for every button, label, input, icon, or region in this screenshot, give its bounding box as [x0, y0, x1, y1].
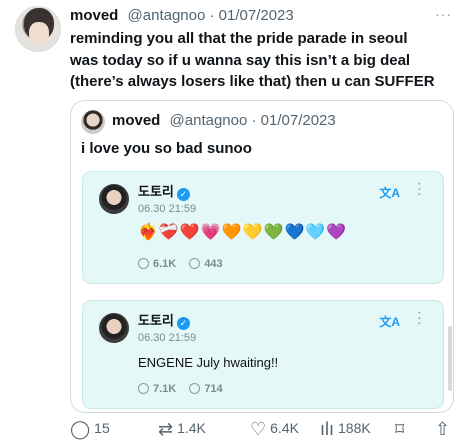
reply-count: 15 — [94, 420, 110, 436]
heart-icon: ♡ — [250, 419, 267, 439]
embedded-body: ENGENE July hwaiting!! — [138, 355, 279, 370]
embedded-post-card[interactable]: 도토리 ✓ 06.30 21:59 文A ··· ❤️‍🔥❤️‍🩹❤️💗🧡💛💚💙🩵… — [82, 171, 444, 284]
author-name[interactable]: moved — [70, 7, 118, 24]
reply-icon: ◯ — [70, 419, 91, 439]
tweet-card[interactable]: moved @antagnoo · 01/07/2023 ··· remindi… — [0, 0, 465, 444]
reply-count[interactable]: 443 — [189, 258, 223, 270]
quoted-tweet[interactable]: moved @antagnoo · 01/07/2023 i love you … — [70, 100, 454, 413]
embedded-avatar[interactable] — [99, 184, 129, 214]
share-icon: ⇧ — [435, 419, 451, 439]
verified-icon: ✓ — [176, 317, 190, 330]
translate-icon[interactable]: 文A — [379, 313, 400, 330]
quoted-header: moved @antagnoo · 01/07/2023 — [112, 112, 336, 130]
tweet-actions: ◯ 15 ⇄ 1.4K ♡ 6.4K ılı 188K ⌑ ⇧ — [70, 419, 454, 441]
reply-icon — [189, 258, 201, 269]
embedded-stats: 7.1K 714 — [138, 383, 233, 395]
view-count: 188K — [338, 420, 371, 436]
vertical-more-icon[interactable]: ··· — [411, 310, 428, 326]
views-button[interactable]: ılı 188K — [320, 419, 371, 440]
embedded-name-text: 도토리 — [138, 313, 174, 328]
repost-icon — [138, 383, 149, 394]
share-button[interactable]: ⇧ — [435, 419, 454, 440]
repost-button[interactable]: ⇄ 1.4K — [158, 419, 206, 440]
repost-count[interactable]: 6.1K — [138, 258, 176, 270]
embedded-avatar[interactable] — [99, 313, 129, 343]
quoted-text: i love you so bad sunoo — [81, 140, 252, 157]
repost-count[interactable]: 7.1K — [138, 383, 176, 395]
bookmark-button[interactable]: ⌑ — [395, 419, 408, 440]
tweet-header: moved @antagnoo · 01/07/2023 — [70, 7, 294, 25]
embedded-name: 도토리 ✓ — [138, 184, 190, 201]
tweet-text: reminding you all that the pride parade … — [70, 30, 435, 90]
reply-count[interactable]: 714 — [189, 383, 223, 395]
quoted-author-avatar[interactable] — [81, 110, 105, 134]
author-avatar[interactable] — [15, 6, 61, 52]
repost-count: 1.4K — [177, 420, 206, 436]
emoji-hearts: ❤️‍🔥❤️‍🩹❤️💗🧡💛💚💙🩵💜 — [138, 224, 348, 241]
reply-icon — [189, 383, 201, 394]
repost-icon — [138, 258, 149, 269]
like-count: 6.4K — [270, 420, 299, 436]
embedded-date: 06.30 21:59 — [138, 332, 197, 344]
verified-icon: ✓ — [176, 188, 190, 201]
embedded-name-text: 도토리 — [138, 184, 174, 199]
translate-icon[interactable]: 文A — [379, 184, 400, 201]
quoted-author-name[interactable]: moved — [112, 112, 160, 129]
reply-button[interactable]: ◯ 15 — [70, 419, 110, 440]
views-icon: ılı — [320, 419, 335, 439]
quoted-author-handle-date[interactable]: @antagnoo · 01/07/2023 — [170, 112, 336, 129]
repost-icon: ⇄ — [158, 419, 174, 439]
bookmark-icon: ⌑ — [395, 419, 405, 439]
embedded-date: 06.30 21:59 — [138, 203, 197, 215]
embedded-name: 도토리 ✓ — [138, 313, 190, 330]
like-button[interactable]: ♡ 6.4K — [250, 419, 299, 440]
scrollbar[interactable] — [448, 326, 452, 391]
embedded-stats: 6.1K 443 — [138, 258, 233, 270]
vertical-more-icon[interactable]: ··· — [411, 181, 428, 197]
author-handle-date[interactable]: @antagnoo · 01/07/2023 — [128, 7, 294, 24]
embedded-post-card[interactable]: 도토리 ✓ 06.30 21:59 文A ··· ENGENE July hwai… — [82, 300, 444, 409]
more-dots-icon[interactable]: ··· — [435, 6, 452, 22]
